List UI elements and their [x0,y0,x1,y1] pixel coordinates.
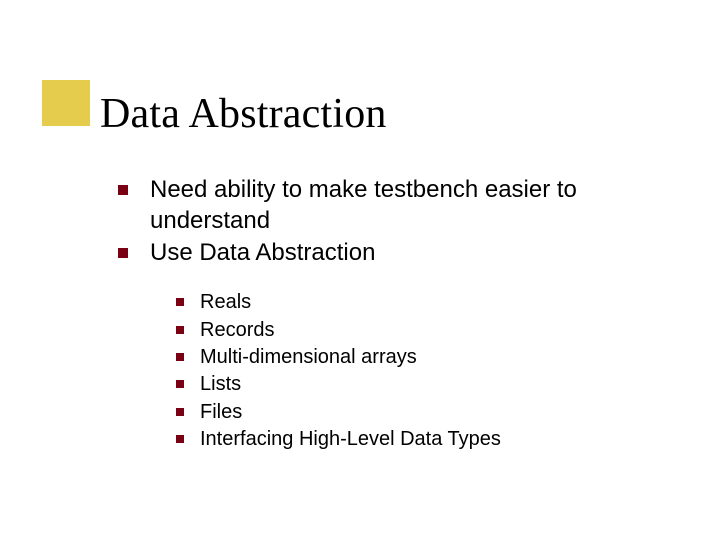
bullet-text: Reals [200,289,251,315]
slide-body: Need ability to make testbench easier to… [118,175,680,454]
slide: Data Abstraction Need ability to make te… [0,0,720,540]
list-item: Lists [176,371,680,397]
list-item: Files [176,399,680,425]
list-item: Need ability to make testbench easier to… [118,175,680,236]
square-bullet-icon [176,326,184,334]
bullet-text: Need ability to make testbench easier to… [150,175,680,236]
list-item: Use Data Abstraction [118,238,680,269]
bullet-text: Multi-dimensional arrays [200,344,417,370]
bullet-text: Lists [200,371,241,397]
square-bullet-icon [118,185,128,195]
list-item: Records [176,317,680,343]
square-bullet-icon [176,380,184,388]
bullet-text: Interfacing High-Level Data Types [200,426,501,452]
square-bullet-icon [176,353,184,361]
bullet-text: Use Data Abstraction [150,238,680,269]
list-item: Reals [176,289,680,315]
list-item: Multi-dimensional arrays [176,344,680,370]
sub-list: Reals Records Multi-dimensional arrays L… [176,289,680,452]
bullet-text: Records [200,317,274,343]
bullet-text: Files [200,399,242,425]
square-bullet-icon [176,408,184,416]
title-accent-block [42,80,90,126]
slide-title: Data Abstraction [100,92,387,136]
square-bullet-icon [118,248,128,258]
square-bullet-icon [176,298,184,306]
list-item: Interfacing High-Level Data Types [176,426,680,452]
square-bullet-icon [176,435,184,443]
